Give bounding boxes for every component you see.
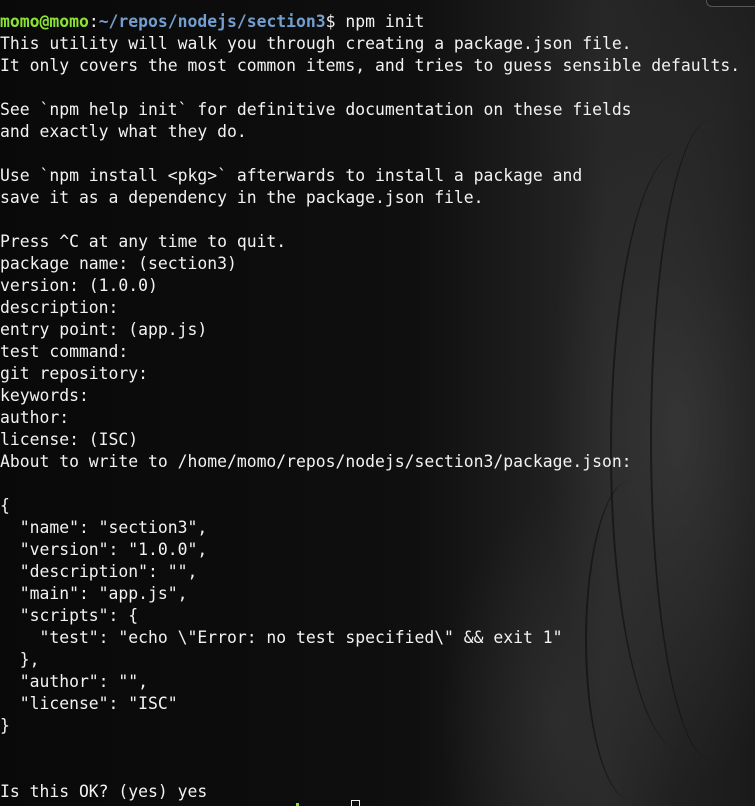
prompt-separator: : [88, 12, 99, 31]
output-line: "name": "section3", [0, 518, 208, 537]
output-line: Is this OK? (yes) yes [0, 782, 208, 801]
output-line: git repository: [0, 364, 149, 383]
output-line: It only covers the most common items, an… [0, 56, 741, 75]
output-line: package name: (section3) [0, 254, 237, 273]
prompt-path: ~/repos/nodejs/section3 [98, 12, 326, 31]
output-line: This utility will walk you through creat… [0, 34, 632, 53]
output-line: About to write to /home/momo/repos/nodej… [0, 452, 632, 471]
output-line: Press ^C at any time to quit. [0, 232, 287, 251]
output-line: "test": "echo \"Error: no test specified… [0, 628, 563, 647]
output-line: save it as a dependency in the package.j… [0, 188, 484, 207]
command-output: This utility will walk you through creat… [0, 33, 755, 803]
output-line: { [0, 496, 10, 515]
output-line: "author": "", [0, 672, 149, 691]
output-line: test command: [0, 342, 129, 361]
terminal-output[interactable]: momo@momo:~/repos/nodejs/section3$ npm i… [0, 11, 755, 803]
output-line: license: (ISC) [0, 430, 139, 449]
prompt-user-host: momo@momo [0, 12, 89, 31]
output-line: version: (1.0.0) [0, 276, 158, 295]
output-line: "main": "app.js", [0, 584, 188, 603]
output-line: "version": "1.0.0", [0, 540, 208, 559]
output-line: }, [0, 650, 40, 669]
output-line: description: [0, 298, 119, 317]
output-line: Use `npm install <pkg>` afterwards to in… [0, 166, 583, 185]
output-line: "description": "", [0, 562, 198, 581]
prompt-line: momo@momo:~/repos/nodejs/section3$ npm i… [0, 11, 755, 33]
terminal-cursor [351, 800, 360, 806]
output-line: entry point: (app.js) [0, 320, 208, 339]
output-line: and exactly what they do. [0, 122, 247, 141]
output-line: keywords: [0, 386, 89, 405]
output-line: author: [0, 408, 70, 427]
window-corner [706, 0, 755, 7]
prompt-command: npm init [335, 12, 425, 31]
output-line: See `npm help init` for definitive docum… [0, 100, 632, 119]
output-line: "license": "ISC" [0, 694, 178, 713]
output-line: } [0, 716, 10, 735]
prompt-symbol: $ [325, 12, 336, 31]
output-line: "scripts": { [0, 606, 139, 625]
